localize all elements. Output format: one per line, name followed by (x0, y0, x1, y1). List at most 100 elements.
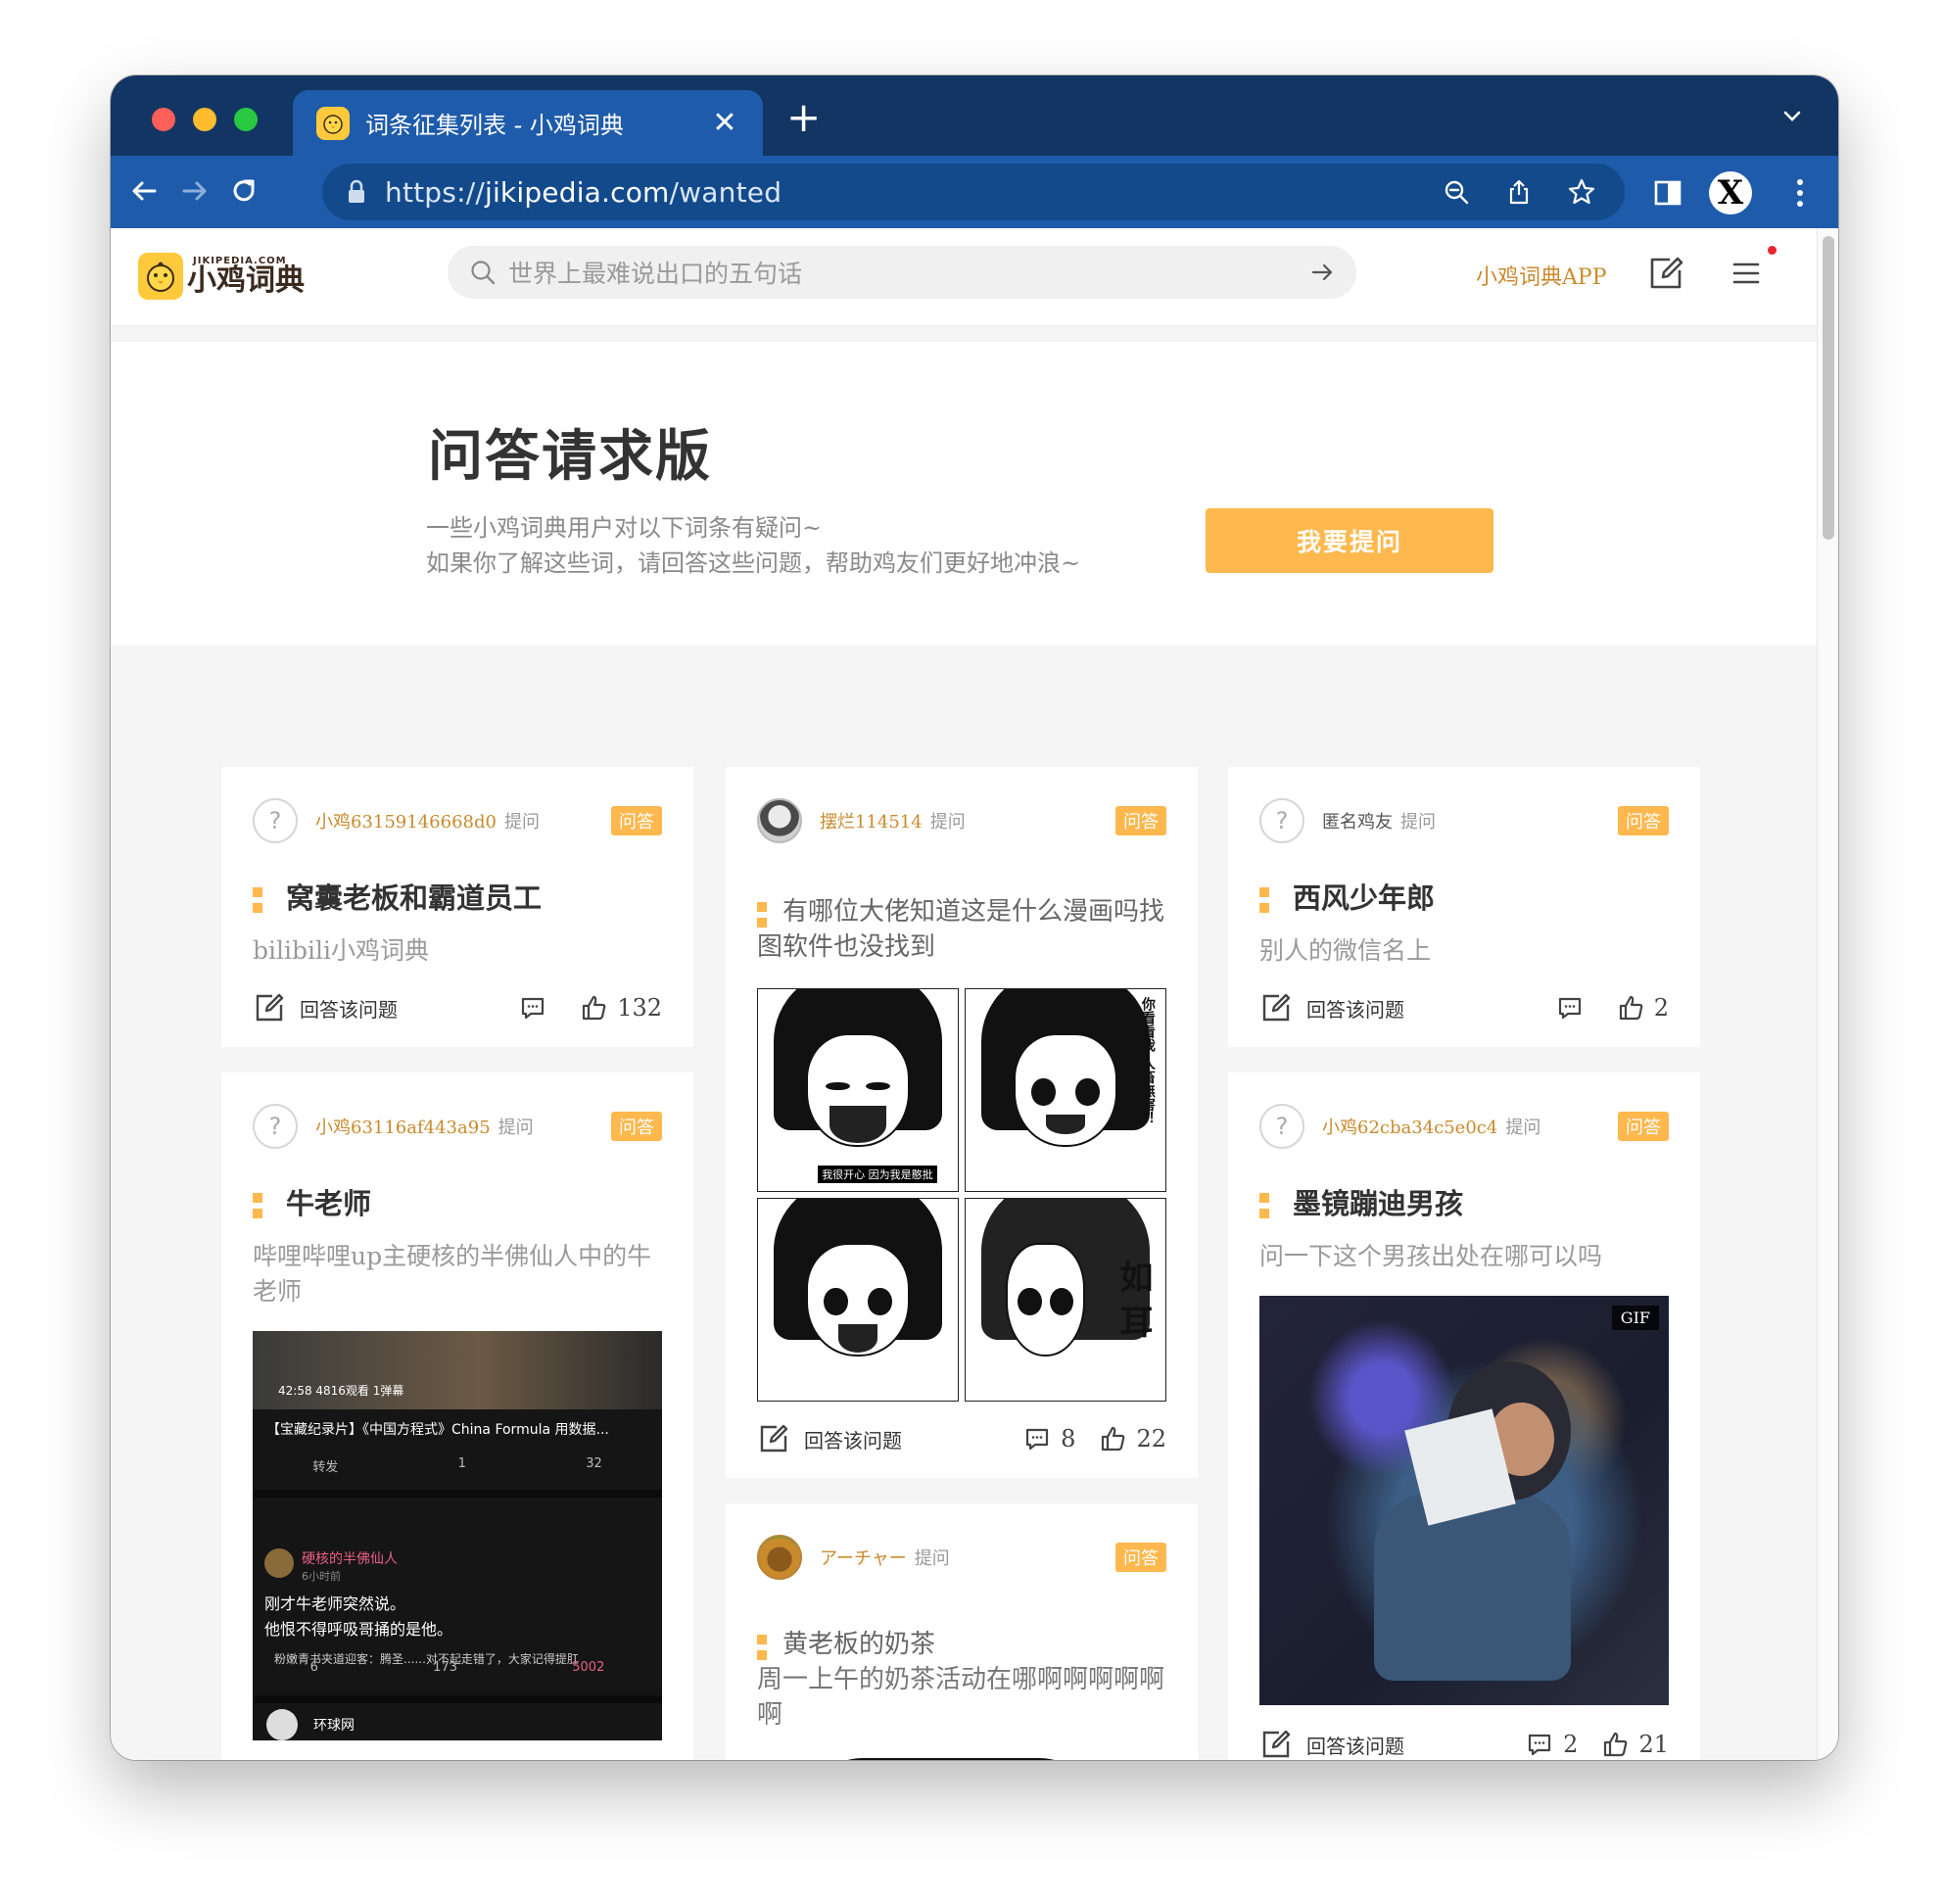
question-description: 别人的微信名上 (1259, 936, 1432, 965)
question-card[interactable]: ? 小鸡62cba34c5e0c4 提问 问答 墨镜蹦迪男孩 问一下这个男孩出处… (1228, 1072, 1700, 1760)
like-count[interactable]: 22 (1099, 1425, 1166, 1452)
card-footer: 回答该问题 2 (1259, 988, 1669, 1027)
answer-question-link[interactable]: 回答该问题 (1259, 1728, 1404, 1760)
url-text[interactable]: https://jikipedia.com/wanted (385, 176, 1417, 209)
commenter-name: 硬核的半佛仙人 (302, 1551, 398, 1567)
asker-username[interactable]: アーチャー (820, 1545, 907, 1570)
like-count[interactable]: 132 (580, 994, 662, 1022)
edit-icon[interactable] (1646, 254, 1685, 293)
comment-line-1: 刚才牛老师突然说。 (264, 1595, 406, 1613)
forward-button[interactable] (171, 167, 218, 214)
manga-side-text: 你看看我 人畜無害！ (1139, 997, 1156, 1126)
share-icon[interactable] (1495, 168, 1542, 215)
comment-count[interactable]: 8 (1023, 1425, 1075, 1452)
answer-question-link[interactable]: 回答该问题 (253, 991, 398, 1024)
search-input[interactable]: 世界上最难说出口的五句话 (508, 255, 1309, 290)
video-screenshot: 42:58 4816观看 1弹幕 【宝藏纪录片】《中国方程式》China For… (253, 1331, 662, 1740)
question-title[interactable]: 窝囊老板和霸道员工 (253, 879, 542, 918)
manga-panel (757, 1198, 959, 1402)
reload-button[interactable] (220, 167, 267, 214)
asked-label: 提问 (503, 812, 540, 833)
question-title[interactable]: 牛老师 (253, 1184, 371, 1223)
reply-count: 173 (433, 1660, 457, 1675)
manga-side-text-2: 如 耳 (1113, 1259, 1153, 1338)
comment-icon (1529, 1734, 1551, 1756)
question-card[interactable]: 摆烂114514 提问 问答 有哪位大佬知道这是什么漫画吗找图软件也没找到 我很… (726, 767, 1198, 1478)
back-button[interactable] (120, 167, 167, 214)
browser-toolbar: https://jikipedia.com/wanted X (111, 156, 1838, 228)
banner-desc-line-2: 如果你了解这些词，请回答这些问题，帮助鸡友们更好地冲浪~ (426, 549, 1081, 577)
page-scrollbar[interactable] (1817, 228, 1838, 1760)
tab-active[interactable]: 词条征集列表 - 小鸡词典 ✕ (293, 90, 763, 156)
user-avatar[interactable] (757, 1535, 802, 1580)
comment-count[interactable]: 2 (1526, 1731, 1578, 1758)
title-marker (1259, 1193, 1269, 1203)
back-arrow-icon (132, 181, 157, 201)
site-logo[interactable]: JIKIPEDIA.COM 小鸡词典 (138, 250, 305, 303)
anonymous-avatar-icon[interactable]: ? (1259, 798, 1304, 843)
answer-label: 回答该问题 (804, 1428, 902, 1452)
comment-line-2: 他恨不得呼吸哥捅的是他。 (264, 1620, 453, 1639)
edit-answer-icon (1262, 993, 1291, 1022)
asked-label: 提问 (929, 812, 966, 833)
comment-count[interactable] (1556, 994, 1593, 1022)
close-window-button[interactable] (152, 108, 175, 131)
question-card[interactable]: ? 小鸡63116af443a95 提问 问答 牛老师 哔哩哔哩up主硬核的半佛… (221, 1072, 693, 1760)
answer-question-link[interactable]: 回答该问题 (1259, 991, 1404, 1024)
hamburger-menu-icon[interactable] (1729, 254, 1764, 293)
question-title[interactable]: 有哪位大佬知道这是什么漫画吗找图软件也没找到 (757, 894, 1166, 962)
asker-username[interactable]: 摆烂114514 (820, 808, 923, 833)
app-download-link[interactable]: 小鸡词典APP (1476, 260, 1607, 291)
question-title[interactable]: 西风少年郎 (1259, 879, 1435, 918)
card-header: ? 小鸡63116af443a95 提问 问答 (253, 1102, 662, 1151)
asker-username[interactable]: 小鸡63116af443a95 (315, 1114, 491, 1139)
address-bar[interactable]: https://jikipedia.com/wanted (322, 164, 1625, 220)
card-footer: 回答该问题 132 (253, 988, 662, 1027)
question-image-partial[interactable] (804, 1758, 1098, 1760)
anonymous-avatar-icon[interactable]: ? (253, 1104, 298, 1149)
asker-username[interactable]: 小鸡63159146668d0 (315, 808, 497, 833)
zoom-icon[interactable] (1433, 168, 1480, 215)
answer-question-link[interactable]: 回答该问题 (757, 1422, 902, 1455)
question-card[interactable]: アーチャー 提问 问答 黄老板的奶茶 周一上午的奶茶活动在哪啊啊啊啊啊啊 (726, 1503, 1198, 1760)
new-tab-button[interactable]: + (786, 97, 821, 138)
manga-panel: 我很开心 因为我是憨批 (757, 988, 959, 1192)
like-count[interactable]: 2 (1617, 994, 1669, 1022)
question-image[interactable]: GIF (1259, 1296, 1669, 1705)
question-title[interactable]: 墨镜蹦迪男孩 (1259, 1184, 1463, 1223)
tab-close-icon[interactable]: ✕ (710, 106, 739, 140)
side-panel-icon[interactable] (1654, 179, 1682, 207)
question-image[interactable]: 我很开心 因为我是憨批 你看看我 人畜無害！ 如 耳 (757, 988, 1166, 1402)
thumbs-up-icon (583, 995, 606, 1021)
title-marker (757, 902, 767, 912)
bookmark-star-icon[interactable] (1558, 168, 1605, 215)
question-title-text: 西风少年郎 (1293, 881, 1436, 915)
scrollbar-thumb[interactable] (1823, 236, 1834, 540)
like-count[interactable]: 21 (1601, 1731, 1669, 1758)
anonymous-avatar-icon[interactable]: ? (1259, 1104, 1304, 1149)
gif-image: GIF (1259, 1296, 1669, 1705)
asker-username[interactable]: 小鸡62cba34c5e0c4 (1322, 1114, 1497, 1139)
maximize-window-button[interactable] (234, 108, 258, 131)
question-image[interactable]: 42:58 4816观看 1弹幕 【宝藏纪录片】《中国方程式》China For… (253, 1331, 662, 1740)
anonymous-avatar-icon[interactable]: ? (253, 798, 298, 843)
question-title[interactable]: 黄老板的奶茶 (757, 1627, 1166, 1659)
qa-tag: 问答 (1115, 1543, 1166, 1572)
url-scheme: https:// (385, 175, 485, 209)
tab-search-chevron-icon[interactable] (1779, 103, 1805, 128)
minimize-window-button[interactable] (193, 108, 216, 131)
asker-username[interactable]: 匿名鸡友 (1322, 808, 1393, 833)
question-card[interactable]: ? 小鸡63159146668d0 提问 问答 窝囊老板和霸道员工 bilibi… (221, 767, 693, 1047)
browser-menu-icon[interactable] (1795, 177, 1805, 209)
profile-avatar[interactable]: X (1709, 171, 1752, 214)
comment-icon (1026, 1428, 1049, 1451)
search-submit-arrow-icon[interactable] (1309, 260, 1335, 285)
user-avatar[interactable] (757, 798, 802, 843)
question-card[interactable]: ? 匿名鸡友 提问 问答 西风少年郎 别人的微信名上 回答该问题 2 (1228, 767, 1700, 1047)
answer-label: 回答该问题 (1306, 997, 1404, 1022)
reload-icon (233, 179, 255, 202)
commenter-avatar (264, 1548, 294, 1578)
comment-count[interactable] (519, 994, 556, 1022)
site-search-bar[interactable]: 世界上最难说出口的五句话 (448, 246, 1356, 299)
ask-question-button[interactable]: 我要提问 (1206, 508, 1493, 573)
